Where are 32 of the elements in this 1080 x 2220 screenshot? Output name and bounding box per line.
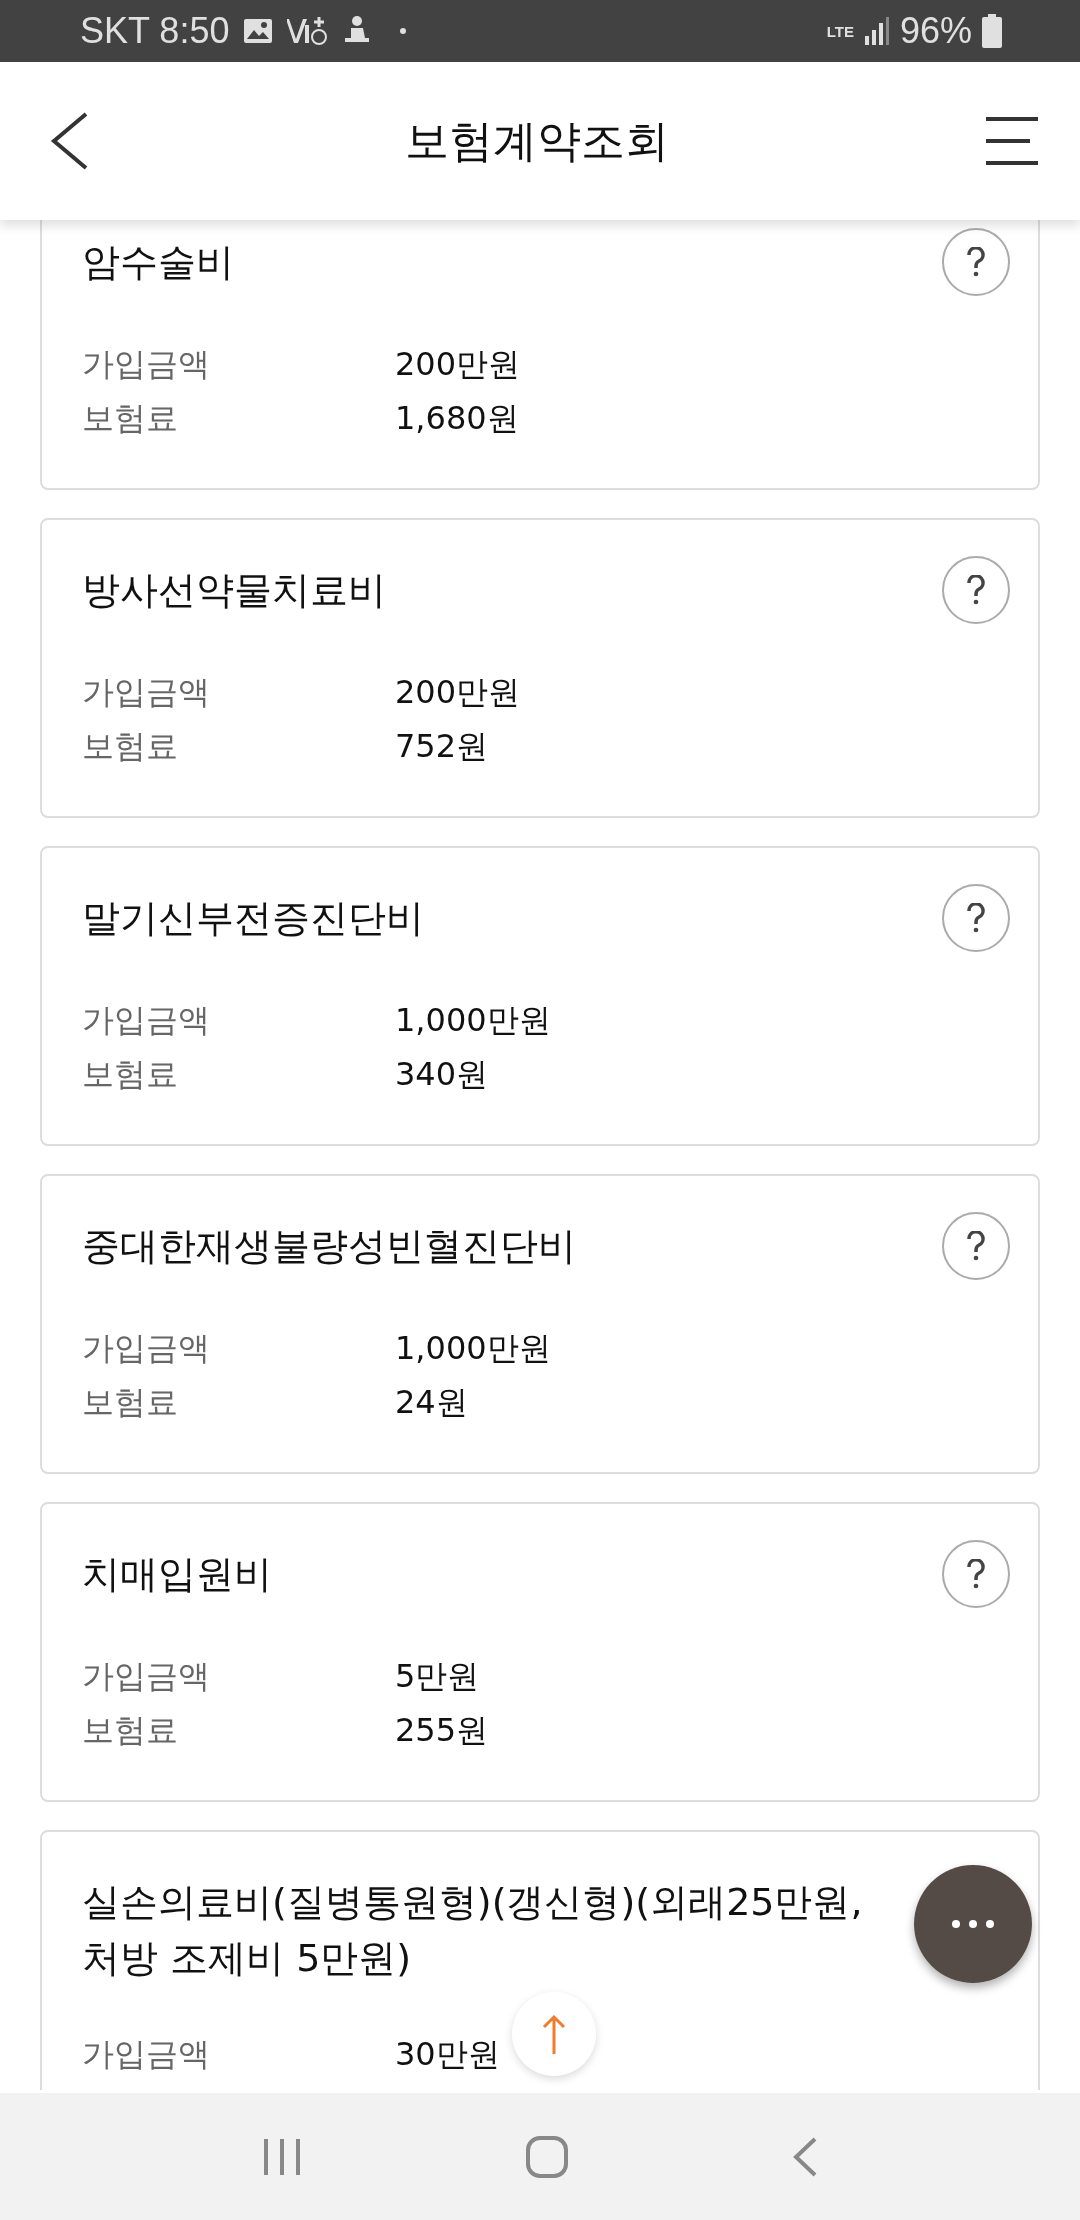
coverage-title: 치매입원비	[82, 1551, 273, 1598]
field-value: 255원	[395, 1710, 489, 1751]
field-label: 가입금액	[82, 2034, 211, 2075]
field-label: 보험료	[82, 1054, 179, 1095]
field-value: 1,000만원	[395, 1328, 551, 1369]
field-value: 24원	[395, 1382, 468, 1423]
field-value: 1,680원	[395, 398, 519, 439]
field-label: 보험료	[82, 398, 179, 439]
field-label: 보험료	[82, 1382, 179, 1423]
field-label: 보험료	[82, 1710, 179, 1751]
field-value: 30만원	[395, 2034, 500, 2075]
field-label: 가입금액	[82, 344, 211, 385]
field-label: 가입금액	[82, 1000, 211, 1041]
field-label: 보험료	[82, 726, 179, 767]
field-label: 가입금액	[82, 1656, 211, 1697]
battery-percent: 96%	[899, 10, 972, 52]
coverage-title: 실손의료비(질병통원형)(갱신형)(외래25만원, 처방 조제비 5만원)	[82, 1879, 864, 1982]
field-label: 가입금액	[82, 1328, 211, 1369]
field-value: 5만원	[395, 1656, 480, 1697]
coverage-title: 중대한재생불량성빈혈진단비	[82, 1223, 577, 1270]
field-value: 752원	[395, 726, 489, 767]
coverage-title: 암수술비	[82, 239, 235, 286]
coverage-title: 방사선약물치료비	[82, 567, 387, 614]
field-label: 가입금액	[82, 672, 211, 713]
carrier-time: SKT 8:50	[80, 10, 230, 52]
field-value: 200만원	[395, 672, 521, 713]
page-title: 보험계약조회	[405, 113, 669, 168]
field-value: 340원	[395, 1054, 489, 1095]
field-value: 200만원	[395, 344, 521, 385]
network-label: LTE	[826, 23, 854, 39]
field-value: 1,000만원	[395, 1000, 551, 1041]
coverage-title: 말기신부전증진단비	[82, 895, 425, 942]
